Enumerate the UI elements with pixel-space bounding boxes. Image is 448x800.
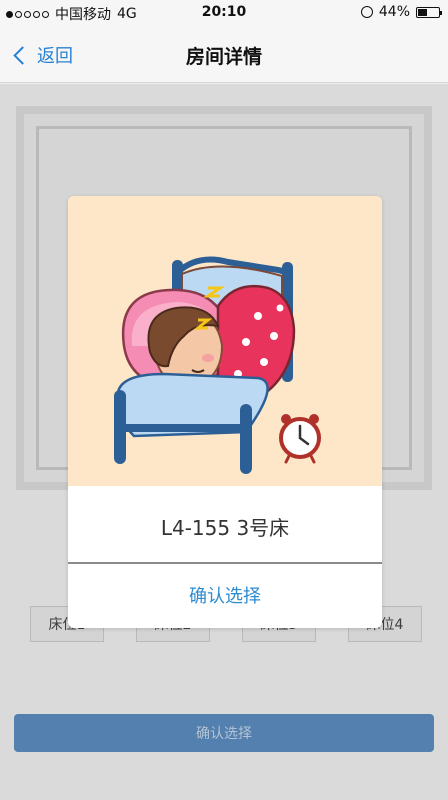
battery-icon: [416, 6, 442, 18]
dialog-divider: [68, 562, 382, 564]
status-right: 44%: [360, 4, 442, 20]
sleeping-illustration: [68, 196, 382, 486]
selected-bed-label: L4-155 3号床: [160, 516, 290, 540]
battery-fill: [418, 8, 427, 16]
battery-percent: 44%: [378, 4, 410, 20]
navigation-bar: 返回 房间详情: [0, 26, 448, 83]
rotation-lock-icon: [360, 6, 373, 18]
bed-confirm-dialog: L4-155 3号床 确认选择: [68, 196, 382, 628]
page-title: 房间详情: [185, 46, 262, 68]
dialog-confirm-button[interactable]: 确认选择: [68, 582, 382, 608]
sleeping-child-icon: [114, 256, 321, 474]
app-screen: 中国移动 4G 20:10 44% 返回 房间详情 床位1 床位2 床位3 床位…: [0, 0, 448, 800]
status-bar: 中国移动 4G 20:10 44%: [0, 0, 448, 26]
